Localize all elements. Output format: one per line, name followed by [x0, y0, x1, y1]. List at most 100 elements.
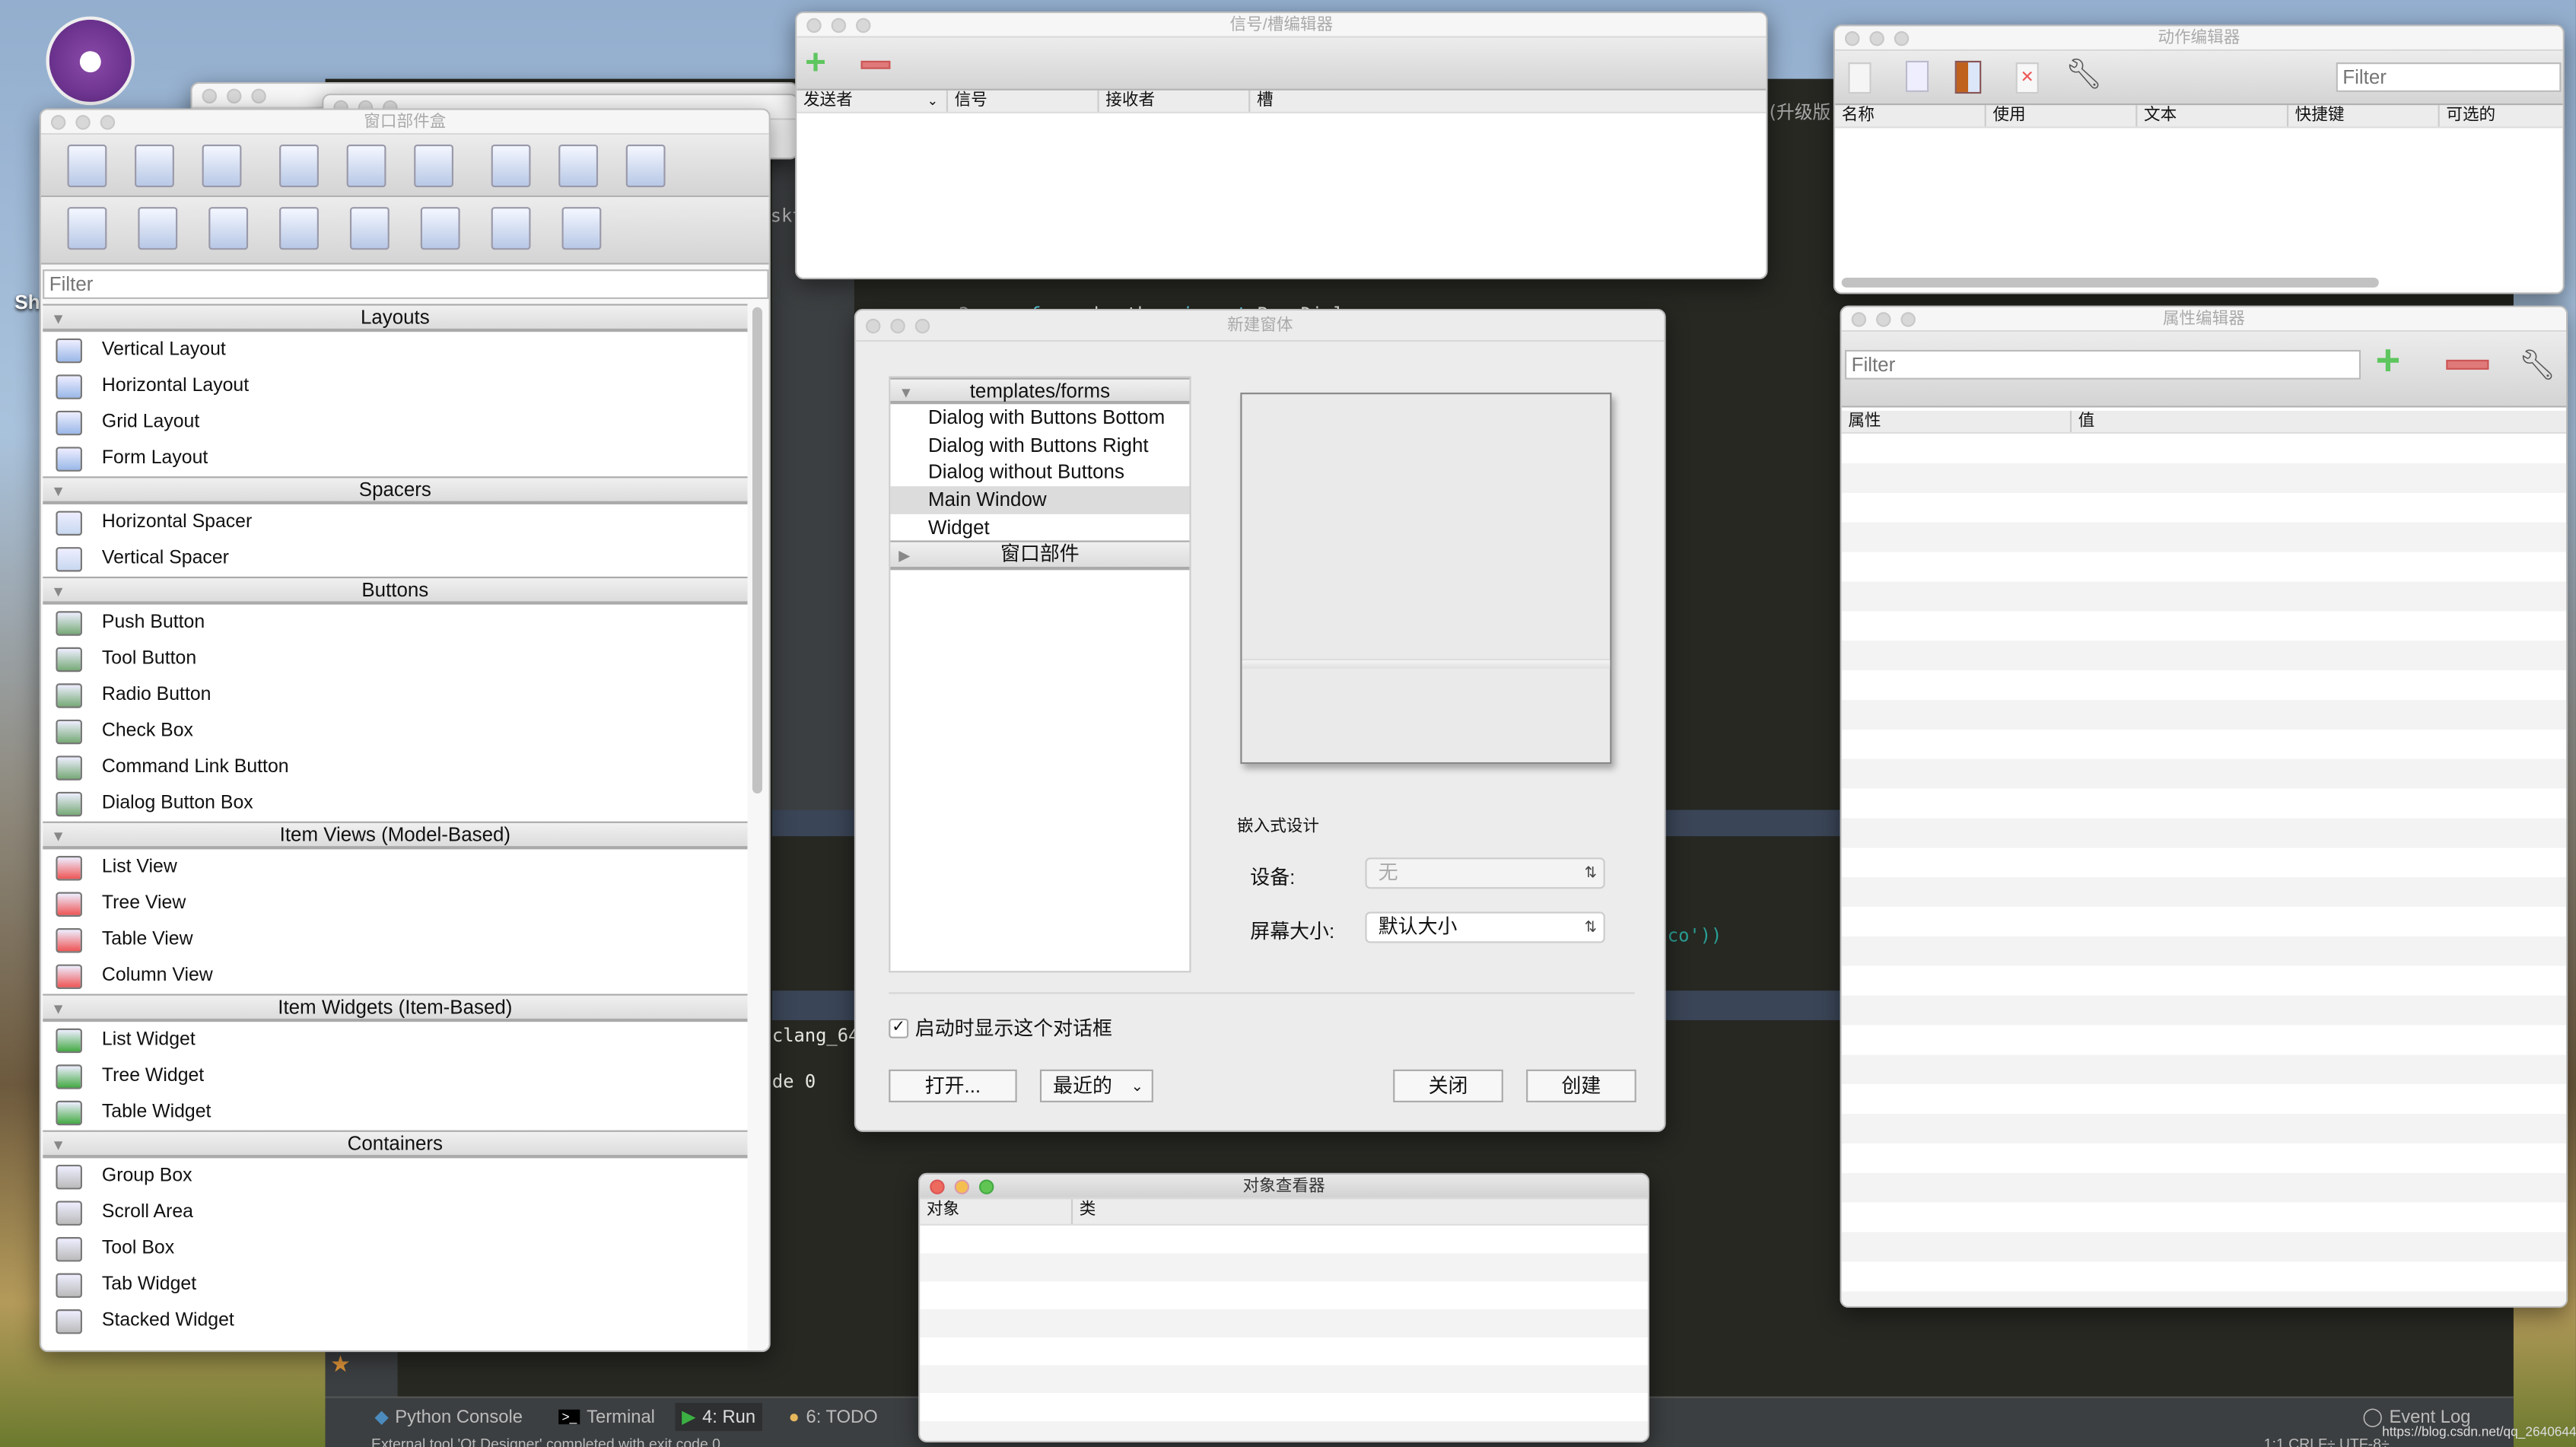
close-button[interactable]: 关闭 [1393, 1069, 1503, 1102]
minimize-button[interactable] [1876, 312, 1891, 327]
title-bar[interactable]: 动作编辑器 [1835, 26, 2563, 51]
close-button[interactable] [866, 318, 881, 334]
edit-widgets-icon[interactable] [414, 145, 453, 188]
widget-item[interactable]: List View [43, 849, 747, 886]
remove-dynamic-property-icon[interactable] [2446, 359, 2489, 370]
template-item[interactable]: Dialog with Buttons Right [890, 431, 1189, 459]
widget-item[interactable]: Tree Widget [43, 1058, 747, 1095]
edit-signals-slots-icon[interactable] [491, 145, 531, 188]
minimize-button[interactable] [831, 17, 847, 33]
layout-h-splitter-icon[interactable] [208, 207, 249, 250]
copy-action-icon[interactable] [1905, 60, 1929, 92]
title-bar[interactable]: 窗口部件盒 [40, 110, 769, 135]
zoom-button[interactable] [914, 318, 930, 334]
column-header[interactable]: 对象 [920, 1199, 1073, 1224]
widget-item[interactable]: Table View [43, 921, 747, 958]
scrollbar[interactable] [752, 307, 762, 793]
paste-action-icon[interactable] [1954, 60, 1982, 94]
edit-tab-order-icon[interactable] [625, 145, 666, 188]
widget-item[interactable]: Tab Widget [43, 1267, 747, 1303]
category-header[interactable]: ▼ Layouts [43, 304, 748, 332]
widget-item[interactable]: Stacked Widget [43, 1302, 747, 1339]
tool-tab-run[interactable]: ▶ 4: Run [675, 1403, 762, 1431]
widget-item[interactable]: Horizontal Layout [43, 368, 747, 405]
configure-wrench-icon[interactable]: 🔧︎ [2518, 348, 2555, 383]
widget-item[interactable]: Scroll Area [43, 1194, 747, 1231]
template-item[interactable]: Main Window [890, 486, 1190, 514]
new-action-icon[interactable] [1848, 62, 1872, 94]
category-header[interactable]: ▼ Containers [43, 1130, 748, 1159]
column-header[interactable]: 槽 [1250, 91, 1766, 112]
zoom-button[interactable] [979, 1179, 994, 1194]
widget-item[interactable]: Tool Box [43, 1230, 747, 1267]
minimize-button[interactable] [890, 318, 905, 334]
add-dynamic-property-icon[interactable]: + [2375, 339, 2400, 381]
minimize-button[interactable] [954, 1179, 970, 1194]
break-layout-icon[interactable] [491, 207, 531, 250]
zoom-button[interactable] [856, 17, 871, 33]
action-filter-input[interactable] [2336, 62, 2562, 92]
category-header[interactable]: ▼ Buttons [43, 576, 748, 605]
recent-dropdown-button[interactable]: 最近的 ⌄ [1039, 1069, 1153, 1102]
column-header[interactable]: 值 [2072, 411, 2566, 432]
column-header[interactable]: 可选的 [2440, 105, 2563, 126]
title-bar[interactable]: 信号/槽编辑器 [797, 13, 1767, 38]
create-button[interactable]: 创建 [1526, 1069, 1636, 1102]
widget-item[interactable]: Horizontal Spacer [43, 504, 747, 541]
column-header[interactable]: 发送者 ⌄ [797, 90, 948, 112]
widget-item[interactable]: Table Widget [43, 1094, 747, 1131]
widget-item[interactable]: Tool Button [43, 641, 747, 677]
layout-grid-icon[interactable] [349, 207, 390, 250]
widget-item[interactable]: Dialog Button Box [43, 785, 747, 822]
widget-item[interactable]: Tree View [43, 886, 747, 922]
add-connection-icon[interactable]: + [805, 43, 826, 81]
tree-group-templates[interactable]: ▼ templates/forms [890, 377, 1190, 405]
close-button[interactable] [930, 1179, 945, 1194]
widget-item[interactable]: Vertical Spacer [43, 540, 747, 577]
close-button[interactable] [1851, 312, 1867, 327]
favorites-star-icon[interactable]: ★ [330, 1350, 351, 1379]
tree-group-widgets[interactable]: ▶ 窗口部件 [890, 541, 1190, 571]
zoom-button[interactable] [1894, 31, 1910, 46]
show-on-startup-checkbox[interactable]: ✓ 启动时显示这个对话框 [889, 1013, 1112, 1042]
widget-item[interactable]: Push Button [43, 605, 747, 641]
zoom-button[interactable] [100, 115, 116, 130]
widget-item[interactable]: List Widget [43, 1022, 747, 1058]
delete-action-icon[interactable]: ✕ [2015, 62, 2039, 94]
bring-to-front-icon[interactable] [346, 145, 386, 188]
minimize-button[interactable] [75, 115, 91, 130]
category-header[interactable]: ▼ Spacers [43, 476, 748, 504]
layout-horizontal-icon[interactable] [67, 207, 107, 250]
template-item[interactable]: Widget [890, 514, 1189, 541]
close-button[interactable] [1845, 31, 1860, 46]
tool-tab-todo[interactable]: ● 6: TODO [782, 1403, 884, 1431]
device-select[interactable]: 无 ⇅ [1365, 857, 1605, 889]
title-bar[interactable]: 对象查看器 [920, 1174, 1648, 1200]
edit-buddies-icon[interactable] [558, 145, 599, 188]
column-header[interactable]: 类 [1073, 1199, 1648, 1223]
layout-v-splitter-icon[interactable] [279, 207, 319, 250]
widget-item[interactable]: Column View [43, 958, 747, 994]
send-to-back-icon[interactable] [279, 145, 319, 188]
widget-item[interactable]: Form Layout [43, 440, 747, 477]
adjust-size-icon[interactable] [561, 207, 602, 250]
tool-tab-terminal[interactable]: >_ Terminal [552, 1403, 662, 1431]
column-header[interactable]: 属性 [1842, 410, 2072, 432]
column-header[interactable]: 信号 [948, 90, 1099, 112]
new-icon[interactable] [67, 145, 107, 188]
column-header[interactable]: 快捷键 [2288, 105, 2440, 127]
remove-connection-icon[interactable] [860, 60, 891, 69]
open-button[interactable]: 打开... [889, 1069, 1017, 1102]
widget-item[interactable]: Command Link Button [43, 749, 747, 786]
github-desktop-icon[interactable]: ● [46, 16, 135, 106]
zoom-button[interactable] [1900, 312, 1916, 327]
layout-vertical-icon[interactable] [138, 207, 178, 250]
template-item[interactable]: Dialog without Buttons [890, 459, 1189, 486]
minimize-button[interactable] [1869, 31, 1884, 46]
title-bar[interactable]: 属性编辑器 [1841, 307, 2566, 332]
close-button[interactable] [50, 115, 66, 130]
close-button[interactable] [806, 17, 822, 33]
category-header[interactable]: ▼ Item Widgets (Item-Based) [43, 994, 748, 1022]
tool-tab-python-console[interactable]: ◆ Python Console [368, 1403, 530, 1431]
screen-size-select[interactable]: 默认大小 ⇅ [1365, 911, 1605, 943]
